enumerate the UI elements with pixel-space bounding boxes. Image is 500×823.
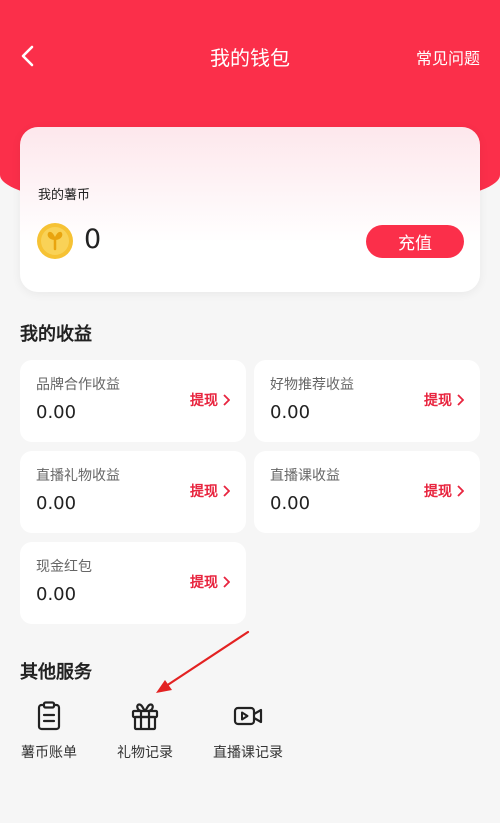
earning-label: 品牌合作收益	[36, 377, 120, 393]
earning-value: 0.00	[270, 402, 311, 423]
earnings-section-title: 我的收益	[20, 324, 92, 345]
service-gift-record[interactable]: 礼物记录	[90, 700, 200, 762]
earning-label: 现金红包	[36, 559, 92, 575]
service-label: 薯币账单	[21, 745, 77, 761]
services-section-title: 其他服务	[20, 662, 92, 683]
chevron-right-icon	[457, 485, 464, 497]
chevron-right-icon	[223, 485, 230, 497]
chevron-right-icon	[457, 394, 464, 406]
withdraw-label: 提现	[190, 393, 218, 409]
withdraw-button[interactable]: 提现	[424, 390, 464, 410]
withdraw-button[interactable]: 提现	[190, 390, 230, 410]
clipboard-icon	[37, 701, 61, 731]
earning-card-recommend: 好物推荐收益 0.00 提现	[254, 360, 480, 442]
chevron-right-icon	[223, 394, 230, 406]
withdraw-button[interactable]: 提现	[424, 481, 464, 501]
service-coin-bill[interactable]: 薯币账单	[0, 700, 104, 762]
withdraw-button[interactable]: 提现	[190, 481, 230, 501]
chevron-right-icon	[223, 576, 230, 588]
withdraw-label: 提现	[190, 484, 218, 500]
service-label: 直播课记录	[213, 745, 283, 761]
earning-label: 直播课收益	[270, 468, 340, 484]
earning-label: 好物推荐收益	[270, 377, 354, 393]
withdraw-label: 提现	[424, 393, 452, 409]
annotation-arrow-icon	[156, 630, 250, 693]
withdraw-button[interactable]: 提现	[190, 572, 230, 592]
coin-balance: 0	[84, 224, 102, 255]
earning-card-live-course: 直播课收益 0.00 提现	[254, 451, 480, 533]
video-icon	[233, 706, 263, 726]
gift-icon	[131, 703, 159, 731]
withdraw-label: 提现	[190, 575, 218, 591]
earning-value: 0.00	[36, 584, 77, 605]
earning-card-live-gift: 直播礼物收益 0.00 提现	[20, 451, 246, 533]
faq-link[interactable]: 常见问题	[416, 45, 480, 69]
withdraw-label: 提现	[424, 484, 452, 500]
earning-label: 直播礼物收益	[36, 468, 120, 484]
recharge-button[interactable]: 充值	[366, 225, 464, 258]
service-label: 礼物记录	[117, 745, 173, 761]
earning-card-brand: 品牌合作收益 0.00 提现	[20, 360, 246, 442]
earning-value: 0.00	[36, 493, 77, 514]
coin-icon	[37, 223, 73, 259]
earning-card-cash-redpacket: 现金红包 0.00 提现	[20, 542, 246, 624]
earning-value: 0.00	[36, 402, 77, 423]
top-bar: 我的钱包 常见问题	[0, 30, 500, 82]
wallet-label: 我的薯币	[38, 188, 91, 203]
service-live-course-record[interactable]: 直播课记录	[193, 700, 303, 762]
earning-value: 0.00	[270, 493, 311, 514]
wallet-card: 我的薯币 0 充值	[20, 127, 480, 292]
